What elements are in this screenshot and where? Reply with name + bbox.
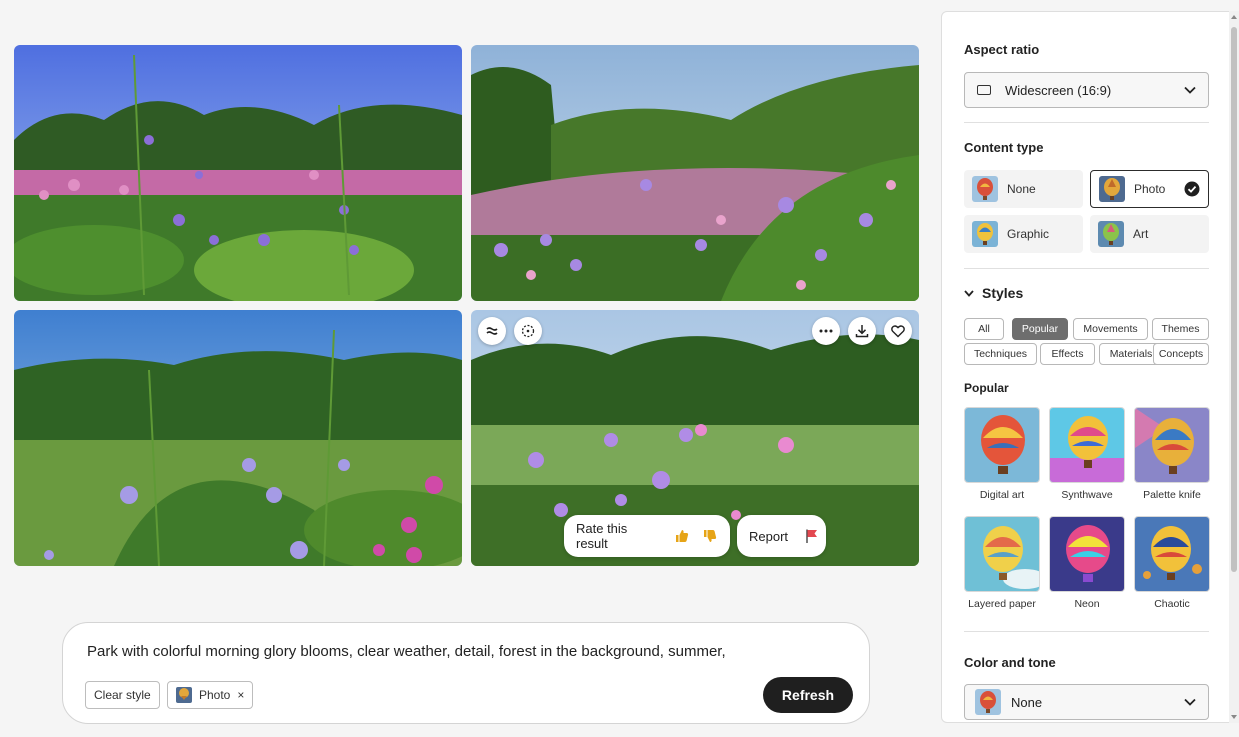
style-card-digital-art[interactable]: Digital art: [964, 407, 1040, 501]
similar-button[interactable]: [478, 317, 506, 345]
balloon-thumbnail: [975, 689, 1001, 715]
style-tab-concepts[interactable]: Concepts: [1153, 343, 1209, 365]
popular-section-label: Popular: [964, 381, 1009, 395]
color-tone-title: Color and tone: [964, 655, 1056, 670]
chevron-down-icon: [1184, 86, 1196, 94]
content-type-none[interactable]: None: [964, 170, 1083, 208]
more-options-button[interactable]: [812, 317, 840, 345]
widescreen-icon: [977, 85, 991, 95]
scroll-up-arrow[interactable]: [1231, 15, 1237, 19]
favorite-icon: [891, 325, 905, 338]
more-icon: [819, 329, 833, 333]
report-label: Report: [749, 528, 789, 544]
result-image-4[interactable]: Rate this result Report: [471, 310, 919, 566]
thumbs-up-icon: [676, 530, 689, 542]
result-image-3[interactable]: [14, 310, 462, 566]
remove-chip-icon[interactable]: ×: [237, 688, 244, 702]
style-card-synthwave[interactable]: Synthwave: [1049, 407, 1125, 501]
prompt-input[interactable]: Park with colorful morning glory blooms,…: [87, 643, 726, 660]
result-image-2[interactable]: [471, 45, 919, 301]
aspect-ratio-value: Widescreen (16:9): [1005, 82, 1112, 98]
flag-icon: [804, 528, 820, 544]
style-tab-techniques[interactable]: Techniques: [964, 343, 1037, 365]
style-tab-effects[interactable]: Effects: [1040, 343, 1095, 365]
style-card-label: Layered paper: [968, 598, 1036, 610]
style-card-label: Palette knife: [1143, 489, 1201, 501]
flower-field-image: [14, 310, 462, 566]
download-icon: [855, 325, 869, 338]
style-chip-photo[interactable]: Photo ×: [167, 681, 254, 709]
scroll-down-arrow[interactable]: [1231, 715, 1237, 719]
flower-field-image: [14, 45, 462, 301]
chevron-down-icon: [964, 289, 974, 297]
synthwave-thumbnail: [1049, 407, 1125, 483]
palette-knife-thumbnail: [1134, 407, 1210, 483]
style-card-label: Digital art: [979, 489, 1025, 501]
divider: [964, 122, 1209, 123]
content-type-photo[interactable]: Photo: [1090, 170, 1209, 208]
report-pill[interactable]: Report: [737, 515, 826, 557]
chevron-down-icon: [1184, 698, 1196, 706]
style-card-chaotic[interactable]: Chaotic: [1134, 516, 1210, 610]
image-grid: Rate this result Report: [14, 45, 920, 566]
style-card-label: Synthwave: [1061, 489, 1113, 501]
style-tab-movements[interactable]: Movements: [1073, 318, 1148, 340]
style-card-label: Neon: [1074, 598, 1100, 610]
divider: [964, 268, 1209, 269]
prompt-box[interactable]: Park with colorful morning glory blooms,…: [62, 622, 870, 724]
style-card-palette-knife[interactable]: Palette knife: [1134, 407, 1210, 501]
photo-thumbnail-icon: [176, 687, 192, 703]
favorite-button[interactable]: [884, 317, 912, 345]
content-type-graphic[interactable]: Graphic: [964, 215, 1083, 253]
thumbs-down-icon: [704, 530, 717, 542]
panel-scrollbar[interactable]: [1229, 11, 1239, 723]
settings-panel: Aspect ratio Widescreen (16:9) Content t…: [941, 11, 1239, 723]
clear-style-button[interactable]: Clear style: [85, 681, 160, 709]
balloon-thumbnail: [972, 176, 998, 202]
neon-thumbnail: [1049, 516, 1125, 592]
style-tab-popular[interactable]: Popular: [1012, 318, 1068, 340]
chaotic-thumbnail: [1134, 516, 1210, 592]
balloon-thumbnail: [972, 221, 998, 247]
style-tab-themes[interactable]: Themes: [1152, 318, 1209, 340]
style-tab-all[interactable]: All: [964, 318, 1004, 340]
digital-art-thumbnail: [964, 407, 1040, 483]
divider: [964, 631, 1209, 632]
balloon-thumbnail: [1099, 176, 1125, 202]
flower-field-image: [471, 45, 919, 301]
content-type-title: Content type: [964, 140, 1044, 155]
aspect-ratio-title: Aspect ratio: [964, 42, 1040, 57]
rate-result-pill: Rate this result: [564, 515, 730, 557]
aspect-ratio-select[interactable]: Widescreen (16:9): [964, 72, 1209, 108]
style-card-label: Chaotic: [1154, 598, 1190, 610]
content-type-label: Art: [1133, 227, 1149, 241]
styles-header[interactable]: Styles: [964, 285, 1023, 301]
color-tone-select[interactable]: None: [964, 684, 1209, 720]
scrollbar-thumb[interactable]: [1231, 27, 1237, 572]
layered-paper-thumbnail: [964, 516, 1040, 592]
thumbs-down-button[interactable]: [702, 528, 718, 544]
styles-title: Styles: [982, 285, 1024, 301]
balloon-thumbnail: [1098, 221, 1124, 247]
download-button[interactable]: [848, 317, 876, 345]
content-type-label: Photo: [1134, 182, 1166, 196]
content-type-label: None: [1007, 182, 1036, 196]
similar-icon: [486, 327, 498, 335]
thumbs-up-button[interactable]: [674, 528, 690, 544]
style-card-layered-paper[interactable]: Layered paper: [964, 516, 1040, 610]
content-type-art[interactable]: Art: [1090, 215, 1209, 253]
refresh-button[interactable]: Refresh: [763, 677, 853, 713]
reference-icon: [521, 324, 535, 338]
content-type-label: Graphic: [1007, 227, 1050, 241]
color-tone-value: None: [1011, 694, 1043, 710]
rate-result-label: Rate this result: [576, 521, 628, 551]
style-chip-label: Photo: [199, 688, 231, 702]
style-card-neon[interactable]: Neon: [1049, 516, 1125, 610]
result-image-1[interactable]: [14, 45, 462, 301]
reference-button[interactable]: [514, 317, 542, 345]
checkmark-icon: [1184, 181, 1200, 197]
